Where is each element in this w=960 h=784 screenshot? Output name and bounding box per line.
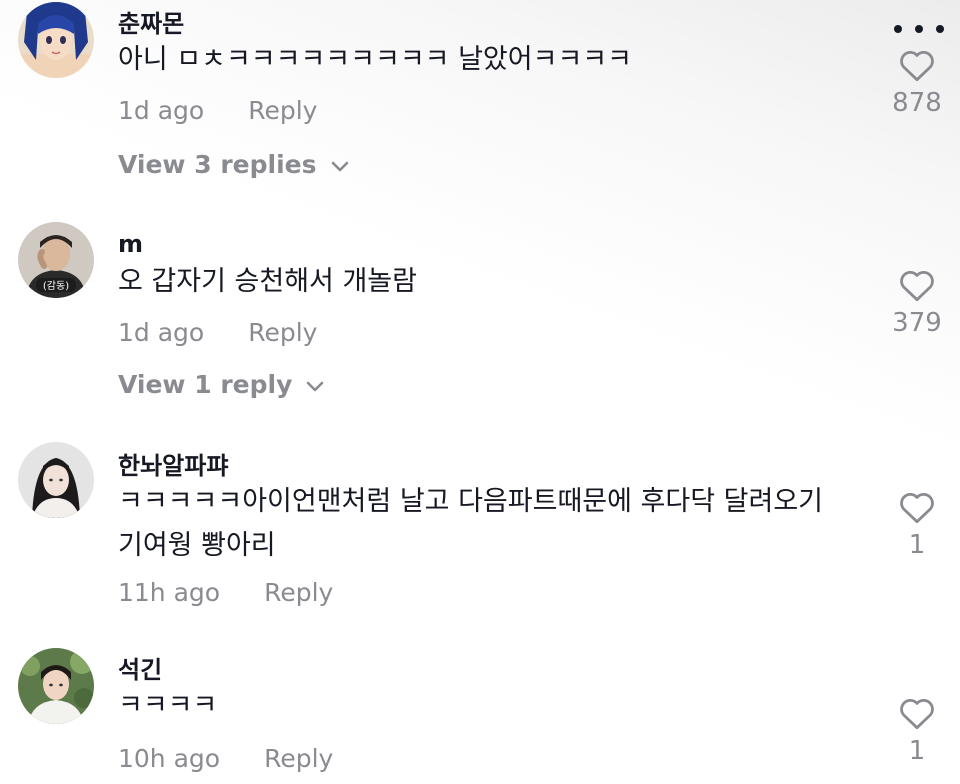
comment-text: 아니 ㅁㅊㅋㅋㅋㅋㅋㅋㅋㅋㅋ 날았어ㅋㅋㅋㅋ: [118, 44, 632, 75]
comment-text: ㅋㅋㅋㅋ: [118, 690, 218, 721]
comment-meta: 11h ago Reply: [118, 578, 333, 607]
reply-button[interactable]: Reply: [248, 96, 317, 125]
view-replies-label: View 3 replies: [118, 150, 317, 179]
view-replies-button[interactable]: View 1 reply: [118, 370, 324, 399]
comment-username[interactable]: 춘짜몬: [118, 4, 184, 39]
reply-button[interactable]: Reply: [248, 318, 317, 347]
avatar[interactable]: [18, 442, 94, 518]
chevron-down-icon: [331, 150, 349, 179]
more-options-button[interactable]: [894, 22, 944, 36]
reply-button[interactable]: Reply: [264, 578, 333, 607]
more-dot-icon: [894, 25, 902, 33]
comment-text: ㅋㅋㅋㅋㅋ아이언맨처럼 날고 다음파트때문에 후다닥 달려오기 기여웡 뽱아리: [118, 486, 824, 561]
comment-text: 오 갑자기 승천해서 개놀람: [118, 266, 417, 297]
more-dot-icon: [915, 25, 923, 33]
comment-username[interactable]: m: [118, 230, 143, 258]
comment-time: 11h ago: [118, 578, 221, 607]
avatar-caption: (감동): [43, 280, 69, 292]
avatar[interactable]: (감동): [18, 222, 94, 298]
comment-time: 1d ago: [118, 318, 205, 347]
comment-meta: 1d ago Reply: [118, 96, 317, 125]
like-count: 1: [908, 736, 926, 766]
like-button[interactable]: 379: [884, 268, 950, 338]
reply-button[interactable]: Reply: [264, 744, 333, 773]
like-button[interactable]: 878: [884, 48, 950, 118]
more-dot-icon: [936, 25, 944, 33]
comment-meta: 1d ago Reply: [118, 318, 317, 347]
view-replies-label: View 1 reply: [118, 370, 293, 399]
like-count: 379: [892, 308, 942, 338]
comment-username[interactable]: 한놔알파퍄: [118, 446, 228, 481]
heart-icon: [900, 271, 934, 302]
comment-username[interactable]: 석긴: [118, 650, 162, 685]
comment-meta: 10h ago Reply: [118, 744, 333, 773]
heart-icon: [900, 699, 934, 730]
view-replies-button[interactable]: View 3 replies: [118, 150, 349, 179]
chevron-down-icon: [306, 370, 324, 399]
heart-icon: [900, 493, 934, 524]
like-button[interactable]: 1: [884, 490, 950, 560]
like-button[interactable]: 1: [884, 696, 950, 766]
like-count: 1: [908, 530, 926, 560]
avatar[interactable]: [18, 648, 94, 724]
comment-time: 1d ago: [118, 96, 205, 125]
comments-panel: 춘짜몬 아니 ㅁㅊㅋㅋㅋㅋㅋㅋㅋㅋㅋ 날았어ㅋㅋㅋㅋ 1d ago Reply V…: [0, 0, 960, 784]
like-count: 878: [892, 88, 942, 118]
avatar[interactable]: [18, 2, 94, 78]
heart-icon: [900, 51, 934, 82]
comment-time: 10h ago: [118, 744, 221, 773]
